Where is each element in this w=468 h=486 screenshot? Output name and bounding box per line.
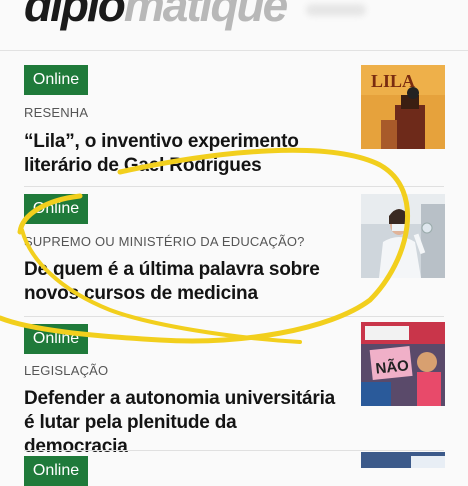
online-badge[interactable]: Online [24,65,88,95]
article-card-medicina[interactable]: Online SUPREMO OU MINISTÉRIO DA EDUCAÇÃO… [0,186,468,316]
article-kicker[interactable]: SUPREMO OU MINISTÉRIO DA EDUCAÇÃO? [24,234,305,249]
thumb-nao-text: NÃO [375,356,410,377]
article-card-autonomia[interactable]: Online LEGISLAÇÃO Defender a autonomia u… [0,316,468,457]
masthead-blur [306,4,366,16]
article-thumbnail[interactable]: NÃO [361,322,445,406]
logo-light-part: matique [123,0,288,31]
online-badge[interactable]: Online [24,456,88,486]
online-badge[interactable]: Online [24,324,88,354]
article-kicker[interactable]: RESENHA [24,105,88,120]
online-badge[interactable]: Online [24,194,88,224]
divider [24,186,444,187]
article-card-lila[interactable]: Online RESENHA “Lila”, o inventivo exper… [0,52,468,186]
thumb-lila-text: LILA [371,71,415,91]
article-title[interactable]: De quem é a última palavra sobre novos c… [24,258,344,306]
article-kicker[interactable]: LEGISLAÇÃO [24,363,108,378]
masthead: diplomatique [0,0,468,51]
logo-dark-part: diplo [24,0,126,31]
article-thumbnail[interactable] [361,452,445,468]
article-thumbnail[interactable]: LILA [361,65,445,149]
article-title[interactable]: Defender a autonomia universitária é lut… [24,387,344,459]
site-logo[interactable]: diplomatique [24,0,288,32]
article-thumbnail[interactable] [361,194,445,278]
article-card-partial[interactable]: Online [0,450,468,486]
divider [24,450,444,451]
divider [24,316,444,317]
article-title[interactable]: “Lila”, o inventivo experimento literári… [24,130,344,178]
